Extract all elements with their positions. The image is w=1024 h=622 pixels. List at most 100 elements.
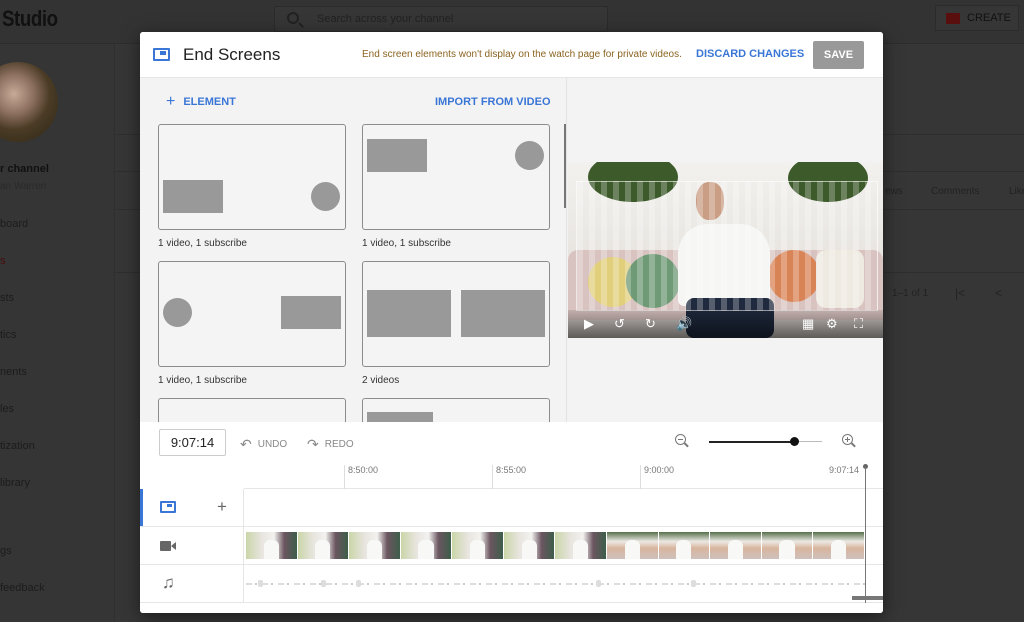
search-box[interactable]: Search across your channel xyxy=(274,6,608,32)
zoom-slider-thumb[interactable] xyxy=(790,437,800,446)
save-button[interactable]: SAVE xyxy=(813,41,864,69)
timeline-editor: 9:07:14 ↶ UNDO ↷ REDO 8:50:00 8:55:00 9:… xyxy=(140,422,883,613)
filmstrip-person xyxy=(624,540,640,559)
waveform-peak xyxy=(258,580,263,587)
volume-icon[interactable]: 🔊 xyxy=(676,316,692,332)
filmstrip-frame xyxy=(503,532,556,559)
end-screen-track[interactable]: + xyxy=(140,489,883,527)
undo-button[interactable]: ↶ UNDO xyxy=(240,436,287,453)
timeline-ruler[interactable]: 8:50:00 8:55:00 9:00:00 9:07:14 xyxy=(244,460,883,489)
sidebar-item-monetization[interactable]: tization xyxy=(0,440,35,452)
template-card[interactable] xyxy=(158,124,346,230)
current-time-field[interactable]: 9:07:14 xyxy=(159,429,226,456)
video-track[interactable] xyxy=(140,527,883,565)
filmstrip-person xyxy=(470,540,486,559)
subscribe-placeholder xyxy=(311,182,340,211)
video-placeholder xyxy=(461,290,545,337)
end-screen-icon xyxy=(153,48,170,61)
music-note-icon: ♫ xyxy=(162,573,175,592)
template-label: 1 video, 1 subscribe xyxy=(158,375,247,386)
end-screen-safe-area xyxy=(576,181,878,311)
first-page-icon[interactable]: |< xyxy=(955,286,965,300)
private-video-warning: End screen elements won't display on the… xyxy=(362,49,682,60)
grid-icon[interactable]: ▦ xyxy=(802,316,814,332)
sidebar-item-playlists[interactable]: sts xyxy=(0,292,14,304)
template-panel: + ELEMENT IMPORT FROM VIDEO 1 video, 1 s… xyxy=(140,78,567,422)
ruler-tick: 9:07:14 xyxy=(829,465,860,475)
discard-changes-button[interactable]: DISCARD CHANGES xyxy=(696,48,804,60)
waveform-peak xyxy=(596,580,601,587)
video-preview[interactable]: ▶ ↺ ↻ 🔊 ▦ ⚙ ⛶ xyxy=(568,162,883,338)
prev-page-icon[interactable]: < xyxy=(995,286,1002,300)
track-header: + xyxy=(140,489,244,526)
zoom-slider-fill xyxy=(709,440,795,443)
playhead[interactable] xyxy=(865,467,866,603)
filmstrip-person xyxy=(263,540,279,559)
filmstrip-person xyxy=(366,540,383,559)
minus-sign xyxy=(678,439,683,440)
timeline-zoom-slider[interactable] xyxy=(709,437,822,446)
template-card[interactable] xyxy=(158,398,346,422)
zoom-out-icon[interactable] xyxy=(675,434,689,448)
lens-handle xyxy=(684,442,689,448)
dialog-title: End Screens xyxy=(183,45,281,64)
create-button[interactable]: CREATE xyxy=(935,5,1019,31)
dialog-header: End Screens End screen elements won't di… xyxy=(140,32,883,78)
subscribe-placeholder xyxy=(163,298,192,327)
sidebar-item-feedback[interactable]: feedback xyxy=(0,582,45,594)
filmstrip-person xyxy=(418,540,434,559)
add-element-button[interactable]: + ELEMENT xyxy=(166,94,236,110)
video-placeholder xyxy=(163,180,223,213)
filmstrip-person xyxy=(521,540,537,559)
template-card[interactable] xyxy=(362,261,550,367)
sidebar-item-dashboard[interactable]: board xyxy=(0,218,28,230)
template-card[interactable] xyxy=(362,398,550,422)
filmstrip-frame xyxy=(813,532,865,559)
settings-icon[interactable]: ⚙ xyxy=(826,316,838,332)
search-placeholder: Search across your channel xyxy=(317,13,454,25)
timeline-horizontal-scrollbar[interactable] xyxy=(852,596,883,600)
column-header-comments[interactable]: Comments xyxy=(931,186,979,197)
channel-avatar[interactable] xyxy=(0,62,58,142)
add-element-icon[interactable]: + xyxy=(217,497,227,517)
template-card[interactable] xyxy=(362,124,550,230)
column-header-likes[interactable]: Like xyxy=(1009,186,1024,197)
filmstrip-person xyxy=(315,540,331,559)
plus-icon: + xyxy=(166,93,176,110)
sidebar-item-settings[interactable]: gs xyxy=(0,545,12,557)
undo-label: UNDO xyxy=(257,439,288,450)
ruler-tick: 9:00:00 xyxy=(640,465,674,489)
audio-waveform xyxy=(246,580,865,587)
sidebar-item-subtitles[interactable]: les xyxy=(0,403,14,415)
template-label: 2 videos xyxy=(362,375,400,386)
sidebar-item-analytics[interactable]: tics xyxy=(0,329,17,341)
undo-icon: ↶ xyxy=(240,436,252,452)
create-video-icon xyxy=(946,13,960,24)
video-filmstrip xyxy=(246,532,865,559)
rewind-10-icon[interactable]: ↺ xyxy=(614,316,625,332)
channel-owner: an Warren xyxy=(0,181,47,192)
filmstrip-person xyxy=(573,540,589,559)
zoom-in-icon[interactable] xyxy=(842,434,856,448)
filmstrip-frame xyxy=(710,532,762,559)
redo-button[interactable]: ↷ REDO xyxy=(307,436,354,453)
sidebar-item-comments[interactable]: nents xyxy=(0,366,27,378)
track-header: ♫ xyxy=(140,565,244,602)
add-element-label: ELEMENT xyxy=(183,96,236,108)
filmstrip-person xyxy=(676,540,692,559)
import-from-video-button[interactable]: IMPORT FROM VIDEO xyxy=(435,96,551,108)
ruler-tick: 8:55:00 xyxy=(492,465,526,489)
filmstrip-frame xyxy=(607,532,659,559)
sidebar-item-videos[interactable]: s xyxy=(0,255,6,267)
play-icon[interactable]: ▶ xyxy=(584,316,594,332)
video-placeholder xyxy=(367,139,427,172)
sidebar-item-audio-library[interactable]: library xyxy=(0,477,30,489)
fullscreen-icon[interactable]: ⛶ xyxy=(854,316,863,332)
forward-10-icon[interactable]: ↻ xyxy=(645,316,656,332)
template-label: 1 video, 1 subscribe xyxy=(362,238,451,249)
template-card[interactable] xyxy=(158,261,346,367)
filmstrip-frame xyxy=(452,532,504,559)
audio-track[interactable]: ♫ xyxy=(140,565,883,603)
template-scrollbar[interactable] xyxy=(564,124,566,208)
column-header-views[interactable]: ews xyxy=(885,186,903,197)
